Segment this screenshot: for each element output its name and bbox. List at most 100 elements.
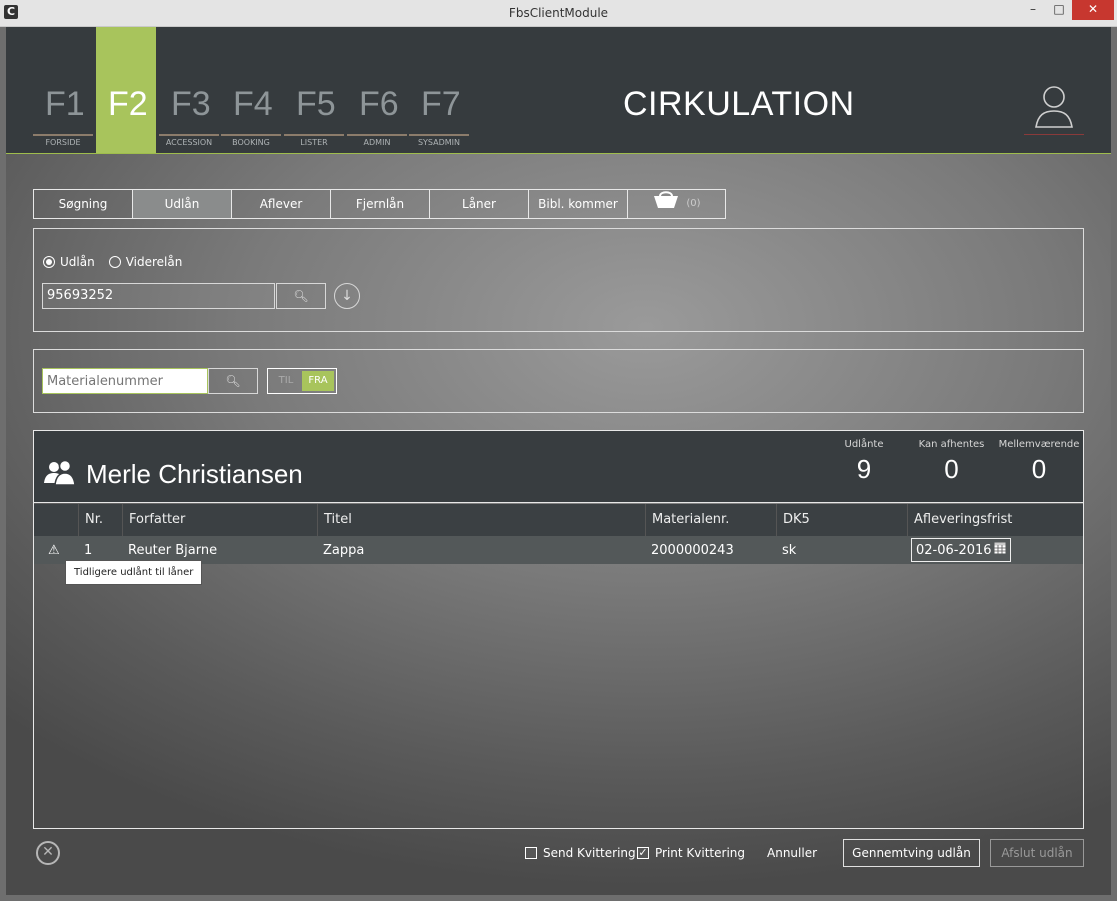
warning-tooltip: Tidligere udlånt til låner — [65, 560, 203, 585]
tab-basket[interactable]: (0) — [628, 190, 725, 218]
fkey-f7[interactable]: F7 SYSADMIN — [409, 27, 469, 153]
calendar-icon[interactable] — [994, 542, 1006, 558]
stat-value: 9 — [856, 454, 872, 484]
stat-label: Udlånte — [844, 439, 884, 450]
borrower-loans-panel: Merle Christiansen Udlånte 9 Kan afhente… — [33, 430, 1084, 829]
checkbox-print[interactable] — [637, 847, 649, 859]
fkey-number: F3 — [171, 85, 211, 123]
users-icon — [43, 459, 77, 491]
send-kvittering-label: Send Kvittering — [543, 846, 636, 860]
material-search-button[interactable]: 🔍︎ — [208, 368, 258, 394]
download-button[interactable]: ↓ — [334, 283, 360, 309]
fkey-label: FORSIDE — [33, 134, 93, 147]
tab-udlaan[interactable]: Udlån — [133, 190, 232, 218]
tab-bibl-kommer[interactable]: Bibl. kommer — [529, 190, 628, 218]
due-date-picker[interactable]: 02-06-2016 — [911, 538, 1011, 562]
fkey-number: F7 — [421, 85, 461, 123]
toggle-fra[interactable]: FRA — [302, 371, 334, 391]
borrower-lookup-panel: Udlån Viderelån 95693252 🔍︎ ↓ — [33, 228, 1084, 332]
basket-count: (0) — [686, 198, 701, 209]
column-header-afleveringsfrist[interactable]: Afleveringsfrist — [907, 504, 1083, 536]
fkey-label: ADMIN — [347, 134, 407, 147]
stat-label: Kan afhentes — [918, 439, 985, 450]
fkey-f6[interactable]: F6 ADMIN — [347, 27, 407, 153]
borrower-header: Merle Christiansen Udlånte 9 Kan afhente… — [34, 431, 1083, 503]
loans-table: Nr. Forfatter Titel Materialenr. DK5 Afl… — [34, 504, 1083, 564]
cell-titel: Zappa — [323, 542, 365, 558]
afslut-udlaan-button[interactable]: Afslut udlån — [990, 839, 1084, 867]
stat-kan-afhentes: Kan afhentes 0 — [914, 439, 989, 485]
arrow-down-icon: ↓ — [341, 288, 353, 304]
user-icon[interactable] — [1024, 81, 1084, 135]
warning-icon[interactable]: ⚠ — [34, 543, 78, 558]
due-date-value: 02-06-2016 — [916, 542, 992, 558]
gennemtving-udlaan-button[interactable]: Gennemtving udlån — [843, 839, 980, 867]
fkey-f2[interactable]: F2 — [96, 27, 156, 153]
app-frame: F1 FORSIDE F2 F3 ACCESSION F4 BOOKING F5… — [6, 27, 1111, 895]
window-titlebar: C FbsClientModule – □ ✕ — [0, 0, 1117, 27]
borrower-search-button[interactable]: 🔍︎ — [276, 283, 326, 309]
stat-value: 0 — [944, 454, 959, 484]
search-icon: 🔍︎ — [293, 289, 309, 303]
fkey-f5[interactable]: F5 LISTER — [284, 27, 344, 153]
search-icon: 🔍︎ — [225, 374, 241, 388]
column-header — [34, 504, 78, 536]
cell-forfatter: Reuter Bjarne — [128, 542, 218, 558]
column-header-forfatter[interactable]: Forfatter — [122, 504, 317, 536]
maximize-button[interactable]: □ — [1046, 0, 1072, 20]
til-fra-toggle[interactable]: TIL FRA — [267, 368, 337, 394]
tab-laaner[interactable]: Låner — [430, 190, 529, 218]
checkbox-send[interactable] — [525, 847, 537, 859]
fkey-f1[interactable]: F1 FORSIDE — [33, 27, 93, 153]
cell-afleveringsfrist: 02-06-2016 — [907, 538, 1083, 562]
cell-nr: 1 — [84, 542, 93, 558]
column-header-nr[interactable]: Nr. — [78, 504, 122, 536]
material-panel: 🔍︎ TIL FRA — [33, 349, 1084, 413]
fkey-number: F1 — [45, 85, 85, 123]
table-header: Nr. Forfatter Titel Materialenr. DK5 Afl… — [34, 504, 1083, 536]
toggle-til[interactable]: TIL — [270, 371, 302, 391]
print-kvittering-label: Print Kvittering — [655, 846, 746, 860]
send-kvittering-checkbox[interactable]: Send Kvittering — [525, 846, 636, 860]
annuller-button[interactable]: Annuller — [767, 846, 817, 860]
tab-soegning[interactable]: Søgning — [34, 190, 133, 218]
fkey-label: BOOKING — [221, 134, 281, 147]
module-header: F1 FORSIDE F2 F3 ACCESSION F4 BOOKING F5… — [6, 27, 1111, 154]
fkey-number: F6 — [359, 85, 399, 123]
borrower-number-input[interactable]: 95693252 — [42, 283, 275, 309]
radio-viderelaan[interactable] — [108, 256, 121, 268]
page-title: CIRKULATION — [623, 85, 855, 123]
material-number-input[interactable] — [42, 368, 208, 394]
fkey-number: F4 — [233, 85, 273, 123]
close-button[interactable]: ✕ — [1072, 0, 1114, 20]
close-circle-icon[interactable]: ✕ — [36, 841, 60, 865]
stat-value: 0 — [1031, 454, 1047, 484]
column-header-titel[interactable]: Titel — [317, 504, 645, 536]
fkey-number: F5 — [296, 85, 336, 123]
stat-udlaante: Udlånte 9 — [834, 439, 894, 485]
fkey-label: ACCESSION — [159, 134, 219, 147]
stat-label: Mellemværende — [998, 439, 1080, 450]
column-header-materialenr[interactable]: Materialenr. — [645, 504, 776, 536]
radio-udlaan[interactable] — [43, 256, 55, 268]
radio-viderelaan-label: Viderelån — [125, 255, 183, 269]
borrower-name: Merle Christiansen — [86, 459, 303, 489]
fkey-f4[interactable]: F4 BOOKING — [221, 27, 281, 153]
fkey-label — [96, 134, 156, 138]
cell-materialenr: 2000000243 — [651, 542, 734, 558]
tab-fjernlaan[interactable]: Fjernlån — [331, 190, 430, 218]
cell-dk5: sk — [782, 542, 797, 558]
fkey-f3[interactable]: F3 ACCESSION — [159, 27, 219, 153]
radio-udlaan-label: Udlån — [60, 255, 95, 269]
stat-mellemvaerende: Mellemværende 0 — [996, 439, 1082, 485]
window-title: FbsClientModule — [508, 6, 609, 20]
circulation-tabs: Søgning Udlån Aflever Fjernlån Låner Bib… — [33, 189, 726, 219]
fkey-label: LISTER — [284, 134, 344, 147]
loan-type-radios: Udlån Viderelån — [43, 255, 196, 269]
minimize-button[interactable]: – — [1020, 0, 1046, 20]
column-header-dk5[interactable]: DK5 — [776, 504, 907, 536]
fkey-number: F2 — [108, 85, 148, 123]
print-kvittering-checkbox[interactable]: Print Kvittering — [637, 846, 745, 860]
tab-aflever[interactable]: Aflever — [232, 190, 331, 218]
fkey-label: SYSADMIN — [409, 134, 469, 147]
